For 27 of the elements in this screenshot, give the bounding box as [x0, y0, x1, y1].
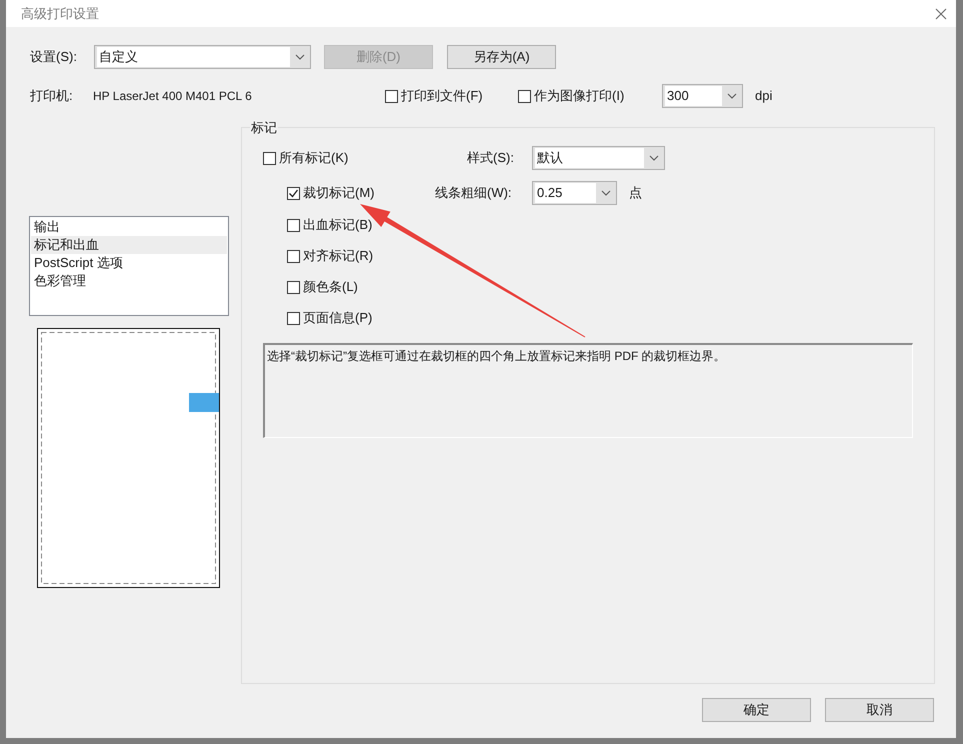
printer-name: HP LaserJet 400 M401 PCL 6	[93, 88, 253, 105]
button[interactable]: 取消	[825, 698, 934, 722]
dropdown[interactable]: 自定义	[94, 45, 311, 69]
field-label: 打印机:	[30, 87, 74, 106]
checkbox[interactable]: 裁切标记(M)	[287, 183, 435, 203]
checkbox[interactable]: 所有标记(K)	[263, 148, 467, 168]
field-label: 样式(S):	[467, 149, 515, 168]
checkbox[interactable]: 颜色条(L)	[287, 277, 358, 297]
field-label: 设置(S):	[30, 48, 78, 66]
field-label: 线条粗细(W):	[435, 184, 513, 202]
checkbox[interactable]: 出血标记(B)	[287, 215, 372, 235]
checkbox[interactable]: 对齐标记(R)	[287, 246, 374, 266]
dropdown[interactable]: 0.25	[532, 181, 617, 205]
unit-label: dpi	[755, 87, 772, 106]
list-item[interactable]: 标记和出血	[31, 236, 227, 254]
button[interactable]: 确定	[702, 698, 811, 722]
window-title: 高级打印设置	[21, 4, 99, 23]
description-box: 选择“裁切标记”复选框可通过在裁切框的四个角上放置标记来指明 PDF 的裁切框边界。	[263, 343, 913, 438]
button[interactable]: 另存为(A)	[447, 45, 556, 69]
dropdown[interactable]: 300	[662, 84, 743, 108]
check-icon	[288, 188, 299, 198]
checkbox[interactable]: 页面信息(P)	[287, 308, 372, 328]
checkbox[interactable]: 作为图像打印(I)	[518, 86, 662, 106]
dropdown[interactable]: 默认	[532, 146, 665, 170]
checkbox[interactable]: 打印到文件(F)	[385, 86, 518, 106]
close-icon[interactable]	[934, 6, 948, 20]
unit-label: 点	[629, 184, 642, 202]
